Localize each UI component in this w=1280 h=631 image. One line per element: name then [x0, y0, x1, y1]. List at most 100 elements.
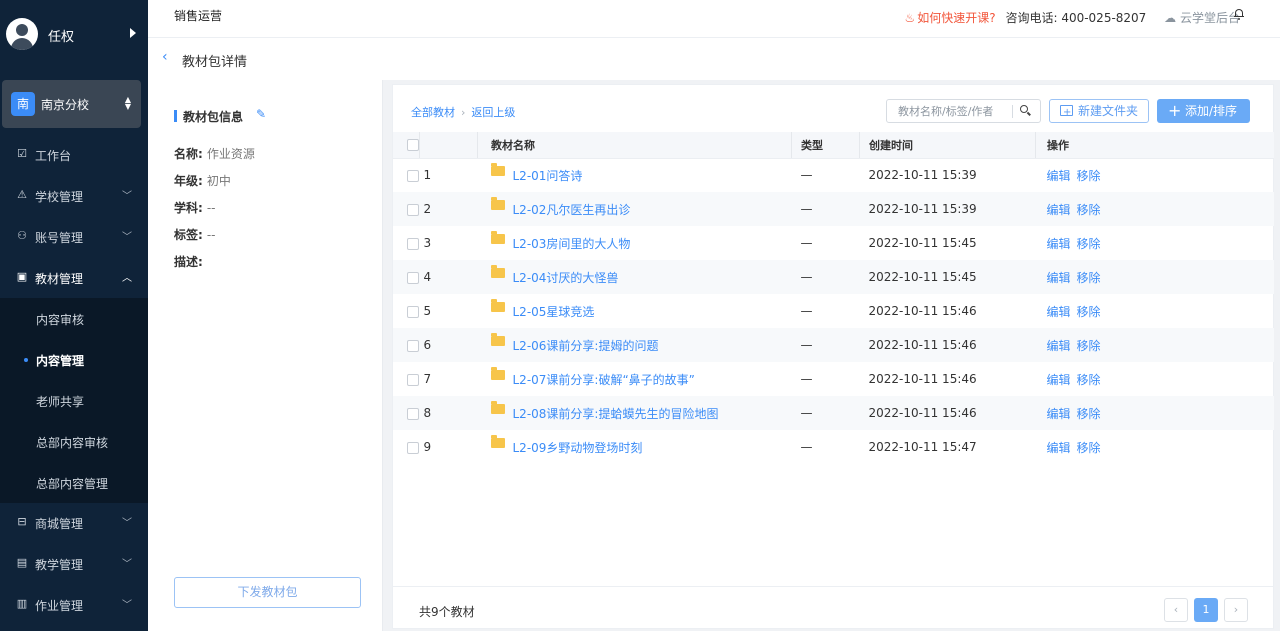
bell-icon[interactable] [1234, 8, 1244, 20]
submenu-item-hq-manage[interactable]: 总部内容管理 [0, 462, 148, 503]
menu-label: 账号管理 [35, 231, 84, 245]
next-page-button[interactable]: › [1224, 598, 1248, 622]
material-name-link[interactable]: L2-01问答诗 [513, 169, 583, 183]
row-index: 5 [423, 304, 432, 318]
material-name-link[interactable]: L2-08课前分享:提蛤蟆先生的冒险地图 [513, 407, 719, 421]
row-ops: 编辑 移除 [1035, 192, 1274, 226]
remove-link[interactable]: 移除 [1077, 339, 1101, 353]
user-menu[interactable]: 任权 [0, 0, 148, 70]
row-checkbox[interactable] [407, 237, 419, 250]
dispatch-package-button[interactable]: 下发教材包 [174, 577, 361, 608]
folder-icon [490, 265, 505, 278]
select-all-checkbox[interactable] [407, 139, 419, 152]
edit-link[interactable]: 编辑 [1047, 441, 1071, 455]
row-checkbox[interactable] [407, 441, 419, 454]
folder-icon [490, 163, 505, 177]
material-name-link[interactable]: L2-03房间里的大人物 [513, 237, 631, 251]
row-checkbox[interactable] [407, 271, 419, 284]
row-ops: 编辑 移除 [1035, 396, 1274, 430]
back-arrow-icon[interactable]: ‹ [162, 49, 168, 65]
material-name-link[interactable]: L2-02凡尔医生再出诊 [513, 203, 631, 217]
remove-link[interactable]: 移除 [1077, 237, 1101, 251]
menu-item-workbench[interactable]: ☑ 工作台 [0, 134, 148, 175]
row-checkbox[interactable] [407, 407, 419, 420]
fire-icon: ♨ [904, 11, 916, 25]
row-type: — [800, 168, 813, 183]
quick-start-link[interactable]: 如何快速开课? [917, 11, 995, 25]
edit-link[interactable]: 编辑 [1047, 305, 1071, 319]
row-type: — [791, 396, 860, 430]
material-name-link[interactable]: L2-07课前分享:破解“鼻子的故事” [513, 373, 695, 387]
table-row: 8 L2-08课前分享:提蛤蟆先生的冒险地图 —2022-10-11 15:46 编辑… [393, 396, 1274, 430]
info-heading: 教材包信息 [174, 108, 243, 125]
remove-link[interactable]: 移除 [1077, 407, 1101, 421]
material-name-link[interactable]: L2-09乡野动物登场时刻 [513, 441, 643, 455]
row-checkbox[interactable] [407, 305, 419, 318]
menu-item-teaching[interactable]: ▤ 教学管理 ﹀ [0, 543, 148, 584]
info-value: -- [206, 228, 216, 242]
mall-icon: ⊟ [17, 515, 27, 528]
row-name-cell: L2-09乡野动物登场时刻 [478, 430, 792, 464]
menu-item-school[interactable]: ⚠ 学校管理 ﹀ [0, 175, 148, 216]
header-ops: 操作 [1035, 132, 1274, 159]
search-divider [1012, 105, 1013, 118]
row-index: 1 [423, 168, 432, 183]
menu-item-account[interactable]: ⚇ 账号管理 ﹀ [0, 216, 148, 257]
row-checkbox[interactable] [407, 339, 419, 352]
menu-item-textbook[interactable]: ▣ 教材管理 ︿ [0, 257, 148, 298]
row-type: — [800, 372, 813, 386]
row-checkbox[interactable] [407, 373, 419, 386]
prev-page-button[interactable]: ‹ [1164, 598, 1188, 622]
row-checkbox[interactable] [407, 169, 419, 182]
row-check-cell [393, 158, 420, 192]
branch-badge: 南 [11, 92, 35, 116]
edit-link[interactable]: 编辑 [1047, 203, 1071, 217]
table-row: 4 L2-04讨厌的大怪兽 —2022-10-11 15:45 编辑 移除 [393, 260, 1274, 294]
remove-link[interactable]: 移除 [1077, 441, 1101, 455]
remove-link[interactable]: 移除 [1077, 373, 1101, 387]
crumb-up-link[interactable]: 返回上级 [471, 106, 515, 119]
edit-link[interactable]: 编辑 [1047, 339, 1071, 353]
backend-link[interactable]: ☁ 云学堂后台 [1164, 11, 1240, 25]
material-name-link[interactable]: L2-06课前分享:提姆的问题 [513, 339, 659, 353]
add-sort-button[interactable]: + 添加/排序 [1157, 99, 1250, 123]
edit-link[interactable]: 编辑 [1047, 407, 1071, 421]
menu-item-homework[interactable]: ▥ 作业管理 ﹀ [0, 584, 148, 625]
edit-link[interactable]: 编辑 [1047, 237, 1071, 251]
menu-item-mall[interactable]: ⊟ 商城管理 ﹀ [0, 502, 148, 543]
menu-label: 学校管理 [35, 190, 84, 204]
remove-link[interactable]: 移除 [1077, 305, 1101, 319]
search-input[interactable] [887, 100, 1012, 122]
info-key: 学科: [174, 201, 203, 215]
edit-icon[interactable]: ✎ [256, 107, 266, 121]
phone-number: 400-025-8207 [1061, 11, 1147, 25]
add-sort-label: 添加/排序 [1185, 104, 1238, 118]
material-name-link[interactable]: L2-05星球竞选 [513, 305, 595, 319]
current-page[interactable]: 1 [1194, 598, 1218, 622]
menu-label: 工作台 [35, 149, 72, 163]
remove-link[interactable]: 移除 [1077, 169, 1101, 183]
row-check-cell [393, 226, 420, 260]
row-checkbox[interactable] [407, 203, 419, 216]
edit-link[interactable]: 编辑 [1047, 169, 1071, 183]
remove-link[interactable]: 移除 [1077, 271, 1101, 285]
new-folder-button[interactable]: 新建文件夹 [1049, 99, 1149, 124]
cloud-icon: ☁ [1164, 11, 1177, 25]
crumb-all-link[interactable]: 全部教材 [411, 106, 455, 119]
edit-link[interactable]: 编辑 [1047, 373, 1071, 387]
submenu-item-content-manage[interactable]: 内容管理 [0, 339, 148, 380]
submenu-item-teacher-share[interactable]: 老师共享 [0, 380, 148, 421]
search-icon[interactable] [1020, 105, 1031, 116]
submenu-label: 内容管理 [36, 354, 85, 368]
branch-selector[interactable]: 南 南京分校 ▲ ▼ [2, 80, 141, 128]
submenu-item-content-review[interactable]: 内容审核 [0, 298, 148, 339]
row-name-cell: L2-01问答诗 [478, 158, 792, 192]
submenu-item-hq-review[interactable]: 总部内容审核 [0, 421, 148, 462]
material-name-link[interactable]: L2-04讨厌的大怪兽 [513, 271, 619, 285]
row-index: 6 [419, 328, 478, 362]
active-dot [24, 358, 28, 362]
row-type: — [791, 260, 860, 294]
remove-link[interactable]: 移除 [1077, 203, 1101, 217]
table-row: 9 L2-09乡野动物登场时刻 — 2022-10-11 15:47 编辑 移除 [393, 430, 1274, 464]
edit-link[interactable]: 编辑 [1047, 271, 1071, 285]
